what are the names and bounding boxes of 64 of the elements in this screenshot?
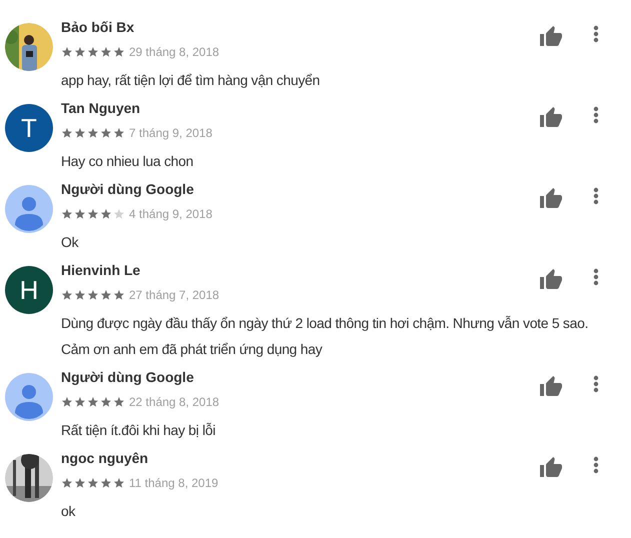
star-icon — [61, 127, 73, 139]
star-icon — [87, 127, 99, 139]
thumbs-up-icon[interactable] — [539, 25, 563, 49]
avatar-icon — [5, 373, 53, 421]
review-date: 7 tháng 9, 2018 — [129, 125, 212, 142]
star-icon — [61, 208, 73, 220]
star-icon — [113, 46, 125, 58]
review-date: 22 tháng 8, 2018 — [129, 394, 220, 411]
avatar: T — [5, 104, 53, 152]
star-icon — [74, 289, 86, 301]
thumbs-up-icon[interactable] — [539, 456, 563, 480]
star-icon — [87, 289, 99, 301]
star-icon — [87, 208, 99, 220]
star-icon — [100, 46, 112, 58]
review-text: Ok — [61, 233, 80, 252]
review-date: 11 tháng 8, 2019 — [129, 475, 218, 492]
star-icon — [113, 477, 125, 489]
star-icon — [87, 477, 99, 489]
review-text: ok — [61, 502, 76, 521]
review-text: Hay co nhieu lua chon — [61, 152, 194, 171]
empty-star-icon — [113, 208, 125, 220]
review-text: Rất tiện ít.đôi khi hay bị lỗi — [61, 421, 216, 440]
star-icon — [100, 289, 112, 301]
thumbs-up-icon[interactable] — [539, 187, 563, 211]
star-icon — [74, 396, 86, 408]
review-date: 27 tháng 7, 2018 — [129, 287, 220, 304]
star-icon — [87, 46, 99, 58]
avatar: H — [5, 266, 53, 314]
star-icon — [61, 46, 73, 58]
author-name: Hienvinh Le — [61, 261, 140, 280]
more-options-icon[interactable] — [593, 106, 599, 124]
author-name: Người dùng Google — [61, 180, 194, 199]
star-icon — [113, 289, 125, 301]
star-icon — [100, 477, 112, 489]
star-icon — [87, 396, 99, 408]
more-options-icon[interactable] — [593, 375, 599, 393]
star-icon — [100, 127, 112, 139]
more-options-icon[interactable] — [593, 25, 599, 43]
more-options-icon[interactable] — [593, 187, 599, 205]
review-text: app hay, rất tiện lợi để tìm hàng vận chuyển — [61, 71, 321, 90]
star-icon — [113, 396, 125, 408]
thumbs-up-icon[interactable] — [539, 268, 563, 292]
thumbs-up-icon[interactable] — [539, 375, 563, 399]
star-icon — [74, 127, 86, 139]
star-icon — [74, 208, 86, 220]
star-icon — [100, 208, 112, 220]
star-icon — [61, 477, 73, 489]
avatar-icon — [5, 185, 53, 233]
review-date: 4 tháng 9, 2018 — [129, 206, 212, 223]
star-icon — [61, 396, 73, 408]
review-date: 29 tháng 8, 2018 — [129, 44, 220, 61]
star-icon — [74, 477, 86, 489]
author-name: ngoc nguyên — [61, 449, 148, 468]
star-icon — [100, 396, 112, 408]
star-icon — [113, 127, 125, 139]
author-name: Bảo bối Bx — [61, 18, 134, 37]
more-options-icon[interactable] — [593, 456, 599, 474]
review-text: Dùng được ngày đầu thấy ổn ngày thứ 2 load thông tin hơi chậm. Nhưng vẫn vote 5 sao. Cảm ơn anh em đã phát triển ứng dụng hay — [61, 314, 590, 359]
author-name: Tan Nguyen — [61, 99, 140, 118]
thumbs-up-icon[interactable] — [539, 106, 563, 130]
author-name: Người dùng Google — [61, 368, 194, 387]
more-options-icon[interactable] — [593, 268, 599, 286]
star-icon — [74, 46, 86, 58]
star-icon — [61, 289, 73, 301]
